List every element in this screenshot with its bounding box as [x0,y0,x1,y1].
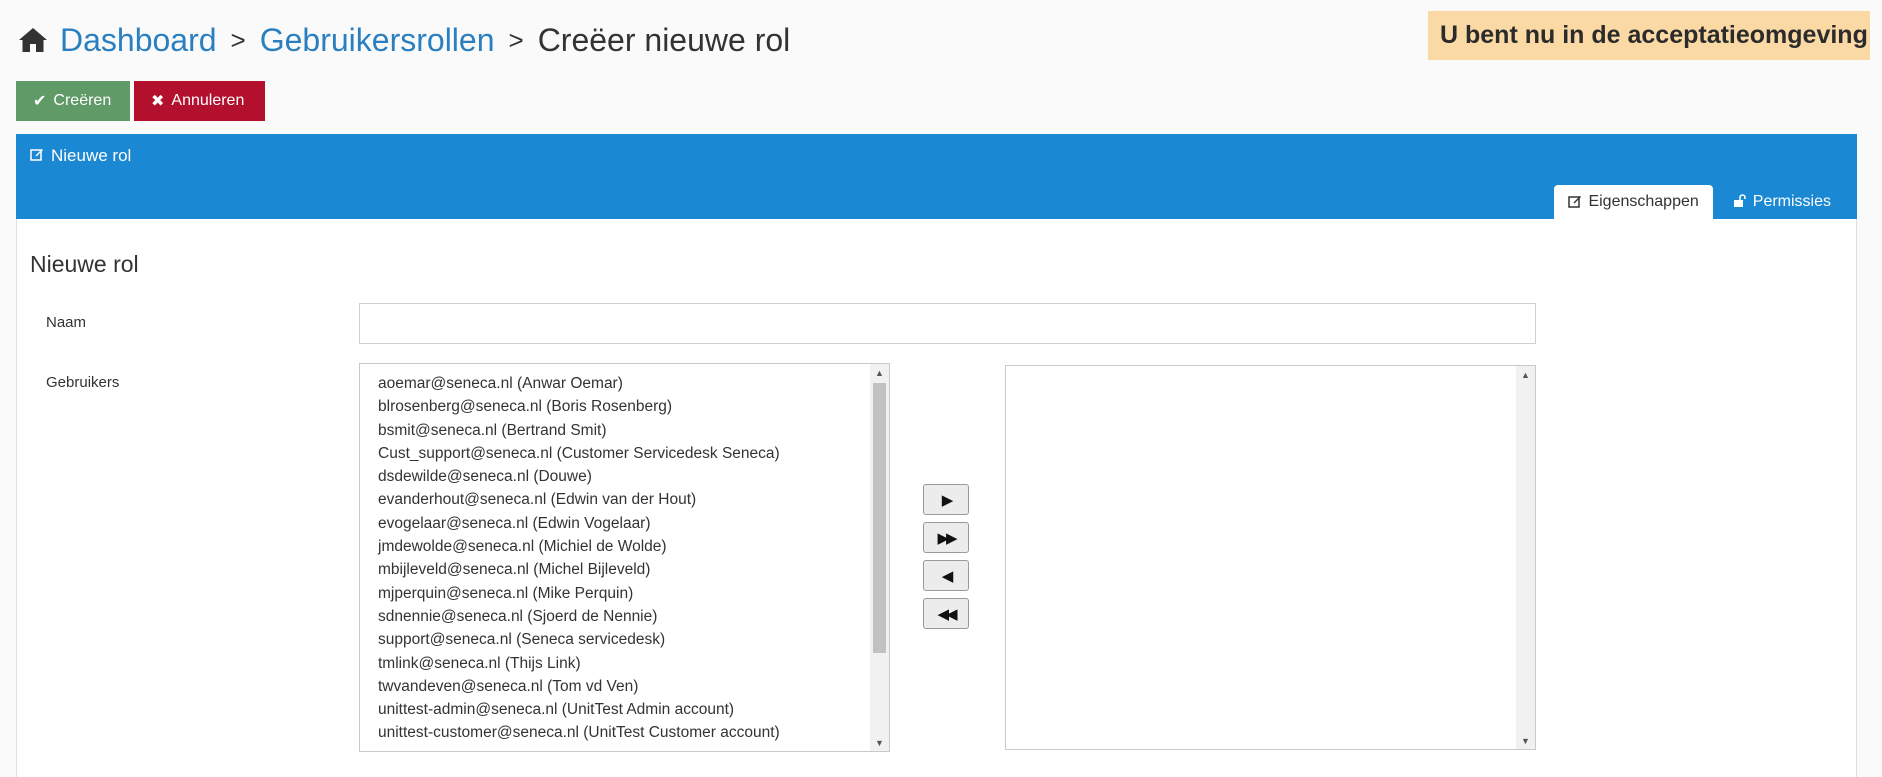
list-item[interactable]: aoemar@seneca.nl (Anwar Oemar) [378,372,869,395]
move-all-right-button[interactable]: ▶▶ [923,522,969,553]
list-item[interactable]: twvandeven@seneca.nl (Tom vd Ven) [378,675,869,698]
scroll-down-icon[interactable]: ▼ [1516,732,1535,749]
cancel-button[interactable]: ✖ Annuleren [134,81,265,121]
list-item[interactable]: dsdewilde@seneca.nl (Douwe) [378,465,869,488]
tab-permissies[interactable]: Permissies [1719,185,1845,219]
tab-permissies-label: Permissies [1752,193,1831,210]
edit-icon [30,146,44,166]
panel-header: Nieuwe rol Eigenschappen Permissies [16,134,1857,219]
list-item[interactable]: jmdewolde@seneca.nl (Michiel de Wolde) [378,535,869,558]
top-bar: Dashboard > Gebruikersrollen > Creëer ni… [0,0,1882,80]
section-title: Nieuwe rol [30,251,139,277]
list-item[interactable]: unittest-admin@seneca.nl (UnitTest Admin… [378,698,869,721]
panel-title: Nieuwe rol [30,146,131,166]
list-item[interactable]: evogelaar@seneca.nl (Edwin Vogelaar) [378,512,869,535]
scroll-up-icon[interactable]: ▲ [870,364,889,381]
available-users-list[interactable]: aoemar@seneca.nl (Anwar Oemar) blrosenber… [359,363,890,752]
x-icon: ✖ [151,93,165,110]
tab-bar: Eigenschappen Permissies [1554,185,1845,219]
selected-users-list[interactable]: ▲ ▼ [1005,365,1536,750]
cancel-button-label: Annuleren [171,92,245,109]
breadcrumb-gebruikersrollen[interactable]: Gebruikersrollen [260,22,495,59]
list-item[interactable]: Cust_support@seneca.nl (Customer Service… [378,442,869,465]
create-button[interactable]: ✔ Creëren [16,81,130,121]
list-item[interactable]: tmlink@seneca.nl (Thijs Link) [378,652,869,675]
name-input[interactable] [359,303,1536,344]
page-title: Creëer nieuwe rol [537,21,791,58]
available-users-items: aoemar@seneca.nl (Anwar Oemar) blrosenber… [360,364,869,751]
edit-icon [1568,194,1582,211]
create-button-label: Creëren [53,92,112,109]
available-users-scrollbar[interactable]: ▲ ▼ [870,364,889,751]
scroll-up-icon[interactable]: ▲ [1516,366,1535,383]
move-buttons: ▶ ▶▶ ◀ ◀◀ [923,484,969,629]
list-item[interactable]: support@seneca.nl (Seneca servicedesk) [378,628,869,651]
breadcrumb-dashboard[interactable]: Dashboard [60,22,217,59]
action-bar: ✔ Creëren ✖ Annuleren [16,81,265,121]
scroll-down-icon[interactable]: ▼ [870,734,889,751]
panel-title-text: Nieuwe rol [51,146,132,165]
list-item[interactable]: mbijleveld@seneca.nl (Michel Bijleveld) [378,558,869,581]
list-item[interactable]: bsmit@seneca.nl (Bertrand Smit) [378,419,869,442]
tab-eigenschappen[interactable]: Eigenschappen [1554,185,1713,219]
list-item[interactable]: mjperquin@seneca.nl (Mike Perquin) [378,582,869,605]
move-selected-left-button[interactable]: ◀ [923,560,969,591]
selected-users-scrollbar[interactable]: ▲ ▼ [1516,366,1535,749]
breadcrumb-separator: > [230,24,246,55]
list-item[interactable]: unittest-customer@seneca.nl (UnitTest Cu… [378,721,869,744]
list-item[interactable]: blrosenberg@seneca.nl (Boris Rosenberg) [378,395,869,418]
home-icon[interactable] [18,25,48,55]
move-selected-right-button[interactable]: ▶ [923,484,969,515]
breadcrumb-separator: > [508,24,524,55]
check-icon: ✔ [33,93,47,110]
users-label: Gebruikers [46,374,120,391]
unlock-icon [1733,193,1747,211]
selected-users-items [1006,366,1515,749]
list-item[interactable]: evanderhout@seneca.nl (Edwin van der Hou… [378,488,869,511]
tab-eigenschappen-label: Eigenschappen [1588,193,1699,210]
panel-body: Nieuwe rol Naam Gebruikers aoemar@seneca… [16,219,1857,777]
name-label: Naam [46,314,87,331]
list-item[interactable]: sdnennie@seneca.nl (Sjoerd de Nennie) [378,605,869,628]
move-all-left-button[interactable]: ◀◀ [923,598,969,629]
environment-banner: U bent nu in de acceptatieomgeving [1428,11,1870,60]
scroll-thumb[interactable] [873,383,886,653]
breadcrumb: Dashboard > Gebruikersrollen > Creëer ni… [18,18,790,62]
